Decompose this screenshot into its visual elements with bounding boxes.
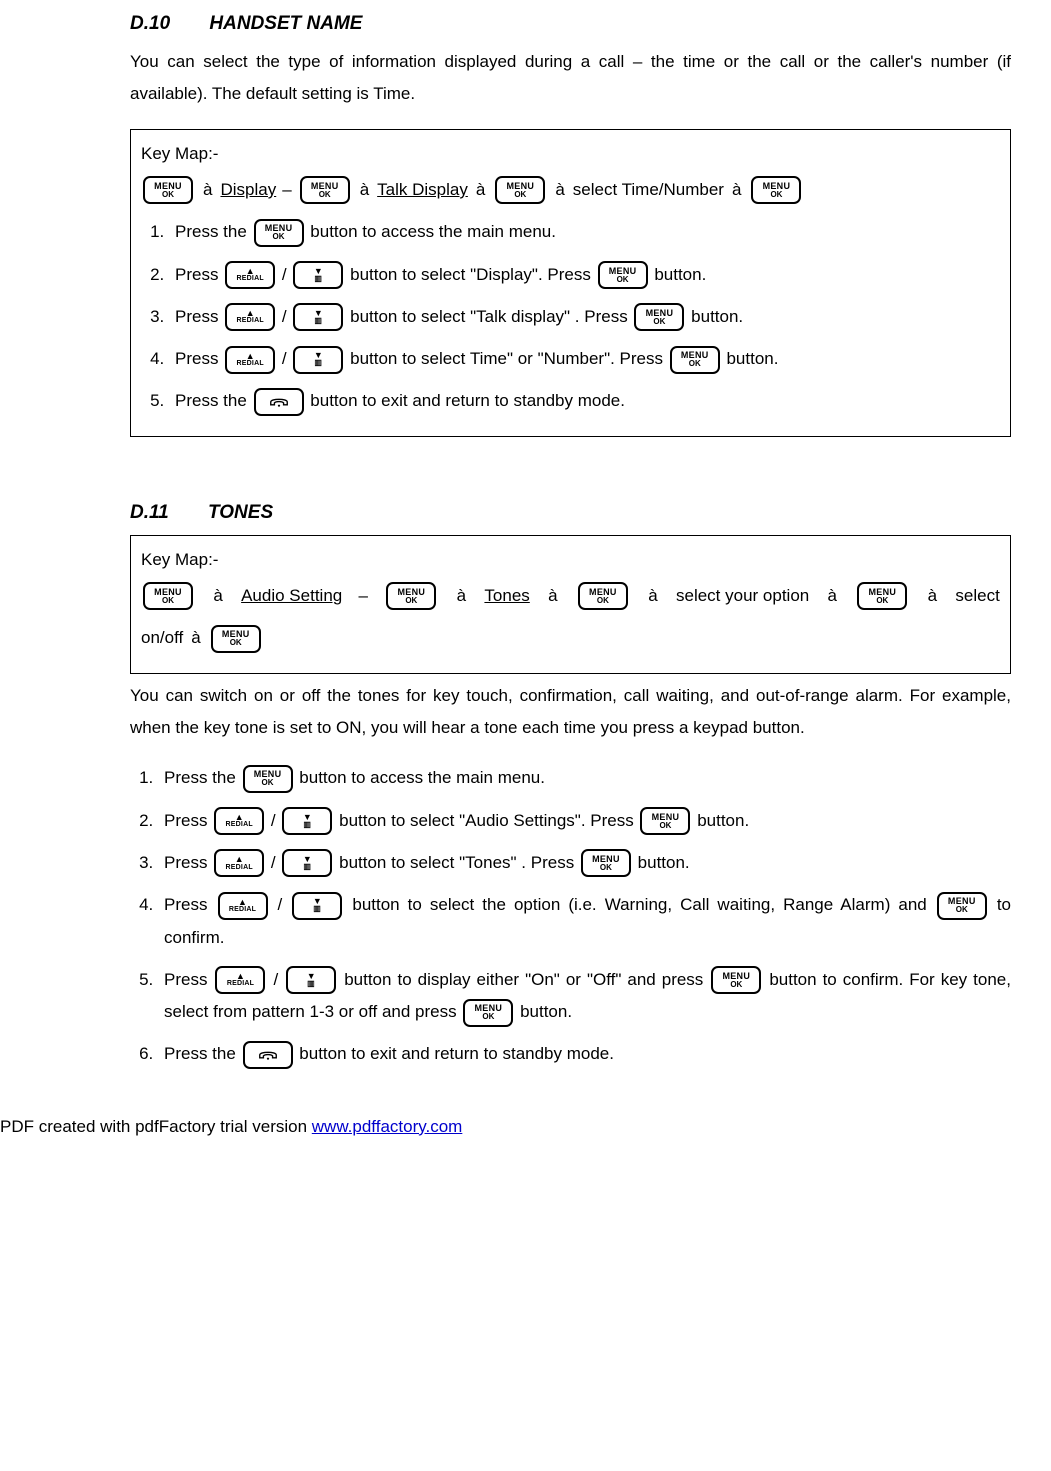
keymap-item: select Time/Number [573,174,724,206]
dash: – [282,174,291,206]
down-button-icon: ▼▥ [293,303,343,331]
step-item: Press ▲REDIAL / ▼▥ button to display eit… [158,964,1011,1029]
keymap-sequence: MENUOK à Display – MENUOK à Talk Display… [141,174,1000,206]
menu-ok-button-icon: MENUOK [937,892,987,920]
section-title: HANDSET NAME [209,13,362,34]
steps-list: Press the MENUOK button to access the ma… [130,762,1011,1070]
up-redial-button-icon: ▲REDIAL [214,807,264,835]
menu-ok-button-icon: MENUOK [463,999,513,1027]
keymap-box: Key Map:- MENUOK à Display – MENUOK à Ta… [130,129,1011,437]
keymap-box: Key Map:- MENUOK à Audio Setting – MENUO… [130,535,1011,674]
section-number: D.10 [130,13,170,34]
arrow-icon: à [730,174,743,206]
keymap-label: Key Map:- [141,544,1000,576]
menu-ok-button-icon: MENUOK [640,807,690,835]
arrow-icon: à [926,580,939,612]
keymap-item: Talk Display [377,174,468,206]
keymap-item: select your option [676,580,809,612]
hangup-button-icon [254,388,304,416]
menu-ok-button-icon: MENUOK [243,765,293,793]
arrow-icon: à [546,580,559,612]
up-redial-button-icon: ▲REDIAL [225,346,275,374]
section-heading: D.11 TONES [130,495,1011,531]
section-intro: You can select the type of information d… [130,46,1011,111]
arrow-icon: à [553,174,566,206]
arrow-icon: à [455,580,468,612]
section-title: TONES [208,502,273,523]
arrow-icon: à [201,174,214,206]
menu-ok-button-icon: MENUOK [578,582,628,610]
keymap-sequence: MENUOK à Audio Setting – MENUOK à Tones … [141,580,1000,612]
up-redial-button-icon: ▲REDIAL [218,892,268,920]
arrow-icon: à [358,174,371,206]
menu-ok-button-icon: MENUOK [300,176,350,204]
down-button-icon: ▼▥ [293,261,343,289]
step-item: Press ▲REDIAL / ▼▥ button to select "Dis… [169,259,1000,291]
keymap-item: Tones [484,580,529,612]
menu-ok-button-icon: MENUOK [598,261,648,289]
section-number: D.11 [130,502,169,523]
step-item: Press the button to exit and return to s… [169,385,1000,417]
step-item: Press the MENUOK button to access the ma… [158,762,1011,794]
menu-ok-button-icon: MENUOK [857,582,907,610]
down-button-icon: ▼▥ [286,966,336,994]
arrow-icon: à [211,580,224,612]
step-item: Press ▲REDIAL / ▼▥ button to select "Aud… [158,805,1011,837]
step-item: Press the button to exit and return to s… [158,1038,1011,1070]
arrow-icon: à [646,580,659,612]
keymap-label: Key Map:- [141,138,1000,170]
down-button-icon: ▼▥ [282,807,332,835]
arrow-icon: à [826,580,839,612]
pdf-footer: PDF created with pdfFactory trial versio… [0,1111,1051,1143]
up-redial-button-icon: ▲REDIAL [215,966,265,994]
section-heading: D.10 HANDSET NAME [130,6,1011,42]
down-button-icon: ▼▥ [292,892,342,920]
keymap-sequence-cont: on/off à MENUOK [141,622,1000,654]
step-item: Press ▲REDIAL / ▼▥ button to select the … [158,889,1011,954]
menu-ok-button-icon: MENUOK [254,219,304,247]
menu-ok-button-icon: MENUOK [211,625,261,653]
dash: – [359,580,368,612]
footer-text: PDF created with pdfFactory trial versio… [0,1117,312,1136]
keymap-item: Audio Setting [241,580,342,612]
menu-ok-button-icon: MENUOK [634,303,684,331]
step-item: Press ▲REDIAL / ▼▥ button to select "Ton… [158,847,1011,879]
menu-ok-button-icon: MENUOK [495,176,545,204]
hangup-button-icon [243,1041,293,1069]
up-redial-button-icon: ▲REDIAL [214,849,264,877]
menu-ok-button-icon: MENUOK [751,176,801,204]
keymap-item-part: on/off [141,622,183,654]
section-intro: You can switch on or off the tones for k… [130,680,1011,745]
step-item: Press ▲REDIAL / ▼▥ button to select Time… [169,343,1000,375]
menu-ok-button-icon: MENUOK [143,582,193,610]
menu-ok-button-icon: MENUOK [386,582,436,610]
menu-ok-button-icon: MENUOK [670,346,720,374]
steps-list: Press the MENUOK button to access the ma… [141,216,1000,417]
menu-ok-button-icon: MENUOK [581,849,631,877]
footer-link[interactable]: www.pdffactory.com [312,1117,463,1136]
up-redial-button-icon: ▲REDIAL [225,261,275,289]
arrow-icon: à [189,622,202,654]
step-item: Press the MENUOK button to access the ma… [169,216,1000,248]
menu-ok-button-icon: MENUOK [143,176,193,204]
step-item: Press ▲REDIAL / ▼▥ button to select "Tal… [169,301,1000,333]
keymap-item: Display [220,174,276,206]
up-redial-button-icon: ▲REDIAL [225,303,275,331]
down-button-icon: ▼▥ [293,346,343,374]
menu-ok-button-icon: MENUOK [711,966,761,994]
keymap-item-part: select [955,580,999,612]
arrow-icon: à [474,174,487,206]
down-button-icon: ▼▥ [282,849,332,877]
